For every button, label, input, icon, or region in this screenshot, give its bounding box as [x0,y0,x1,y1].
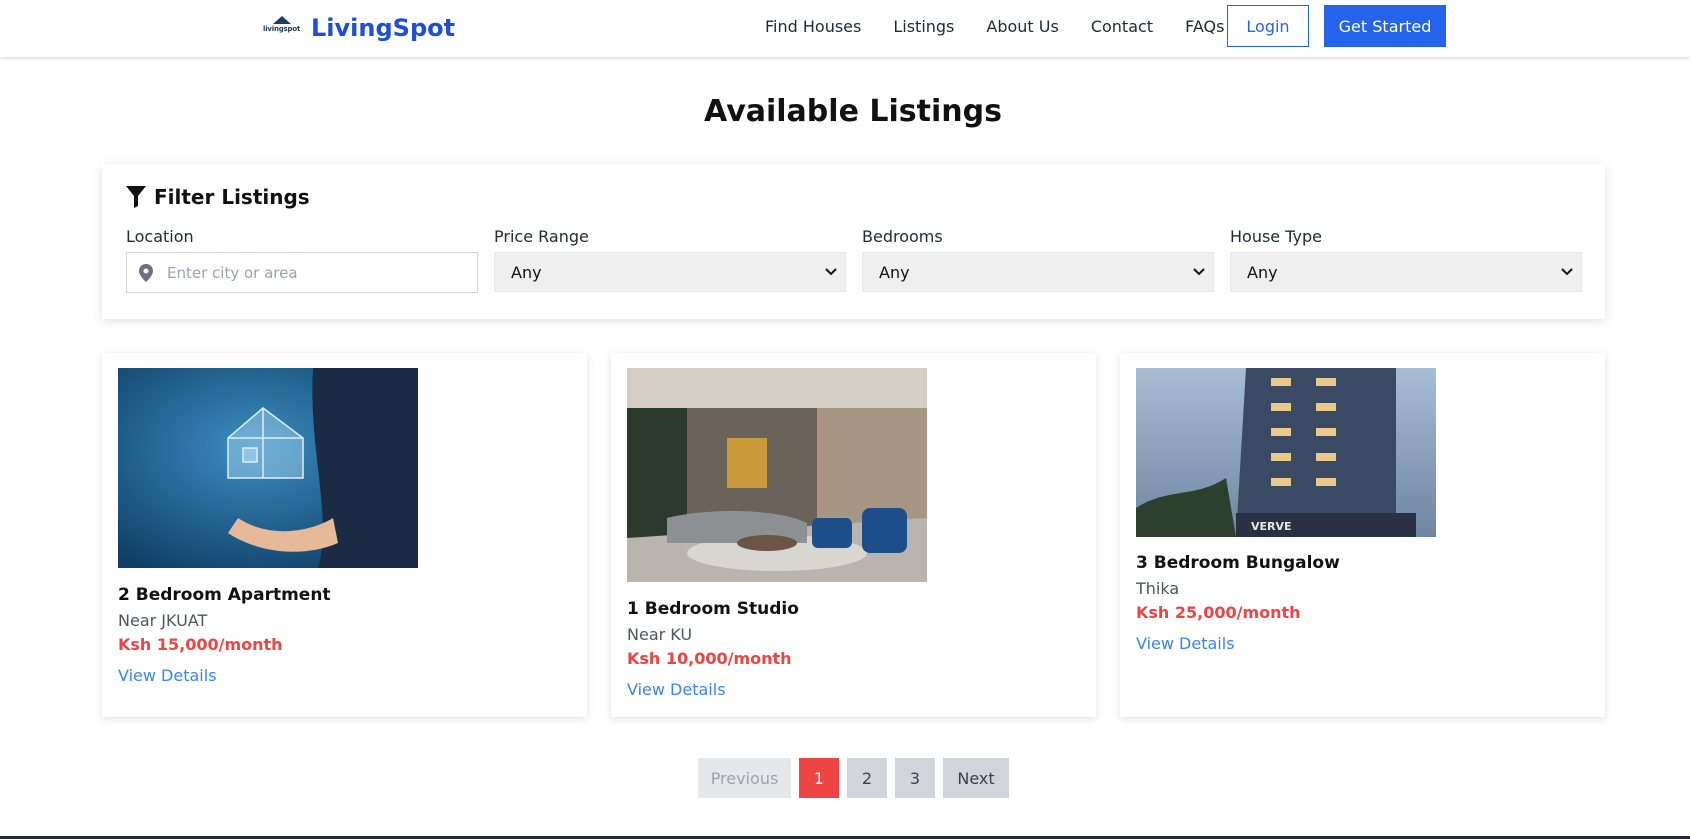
listing-card: 1 Bedroom Studio Near KU Ksh 10,000/mont… [611,353,1096,717]
price-range-field: Price Range Any [494,227,846,292]
map-pin-icon [139,263,153,282]
filter-header: Filter Listings [126,185,310,209]
price-range-label: Price Range [494,227,589,246]
filter-panel: Filter Listings Location Price Range Any… [102,164,1605,319]
listing-image-caption: VERVE [1251,520,1292,533]
listing-title: 2 Bedroom Apartment [118,585,331,605]
house-type-field: House Type Any [1230,227,1582,292]
location-input[interactable] [167,263,467,282]
view-details-link[interactable]: View Details [1136,634,1235,653]
bedrooms-value: Any [879,262,910,282]
bedrooms-select[interactable]: Any [862,252,1214,292]
nav-about-us[interactable]: About Us [986,17,1058,36]
nav-faqs[interactable]: FAQs [1185,17,1224,36]
get-started-button[interactable]: Get Started [1324,5,1446,47]
nav-listings[interactable]: Listings [893,17,954,36]
view-details-link[interactable]: View Details [118,666,217,685]
logo-text: livingspot [263,25,301,33]
listing-image [118,368,418,568]
listing-card: 2 Bedroom Apartment Near JKUAT Ksh 15,00… [102,353,587,717]
listing-price: Ksh 25,000/month [1136,603,1301,622]
brand-name[interactable]: LivingSpot [311,14,455,42]
next-page-button[interactable]: Next [943,758,1009,798]
listing-price: Ksh 10,000/month [627,649,792,668]
pagination: Previous 1 2 3 Next [698,758,1017,798]
house-type-value: Any [1247,262,1278,282]
view-details-link[interactable]: View Details [627,680,726,699]
listing-title: 3 Bedroom Bungalow [1136,553,1340,573]
listing-image: VERVE [1136,368,1436,537]
price-range-value: Any [511,262,542,282]
location-label: Location [126,227,194,246]
listing-location: Near JKUAT [118,611,208,630]
page-2-button[interactable]: 2 [847,758,887,798]
listing-price: Ksh 15,000/month [118,635,283,654]
bedrooms-label: Bedrooms [862,227,943,246]
chevron-down-icon [1193,268,1205,276]
location-input-wrapper[interactable] [126,252,478,293]
page-3-button[interactable]: 3 [895,758,935,798]
filter-title: Filter Listings [154,185,310,209]
nav-links: Find Houses Listings About Us Contact FA… [765,0,1256,52]
login-button[interactable]: Login [1227,5,1309,47]
chevron-down-icon [825,268,837,276]
listing-location: Near KU [627,625,693,644]
page-1-button[interactable]: 1 [799,758,839,798]
nav-contact[interactable]: Contact [1091,17,1153,36]
listing-location: Thika [1136,579,1180,598]
chevron-down-icon [1561,268,1573,276]
location-field: Location [126,227,478,293]
previous-page-button[interactable]: Previous [698,758,791,798]
house-logo-icon: livingspot [263,14,301,42]
top-navbar: livingspot LivingSpot Find Houses Listin… [0,0,1690,57]
house-type-label: House Type [1230,227,1322,246]
house-type-select[interactable]: Any [1230,252,1582,292]
filter-funnel-icon [126,186,146,208]
listing-card: VERVE 3 Bedroom Bungalow Thika Ksh 25,00… [1120,353,1605,717]
nav-find-houses[interactable]: Find Houses [765,17,861,36]
listing-title: 1 Bedroom Studio [627,599,799,619]
page-title: Available Listings [704,94,1002,129]
price-range-select[interactable]: Any [494,252,846,292]
listing-image [627,368,927,582]
bedrooms-field: Bedrooms Any [862,227,1214,292]
brand[interactable]: livingspot LivingSpot [263,8,455,48]
